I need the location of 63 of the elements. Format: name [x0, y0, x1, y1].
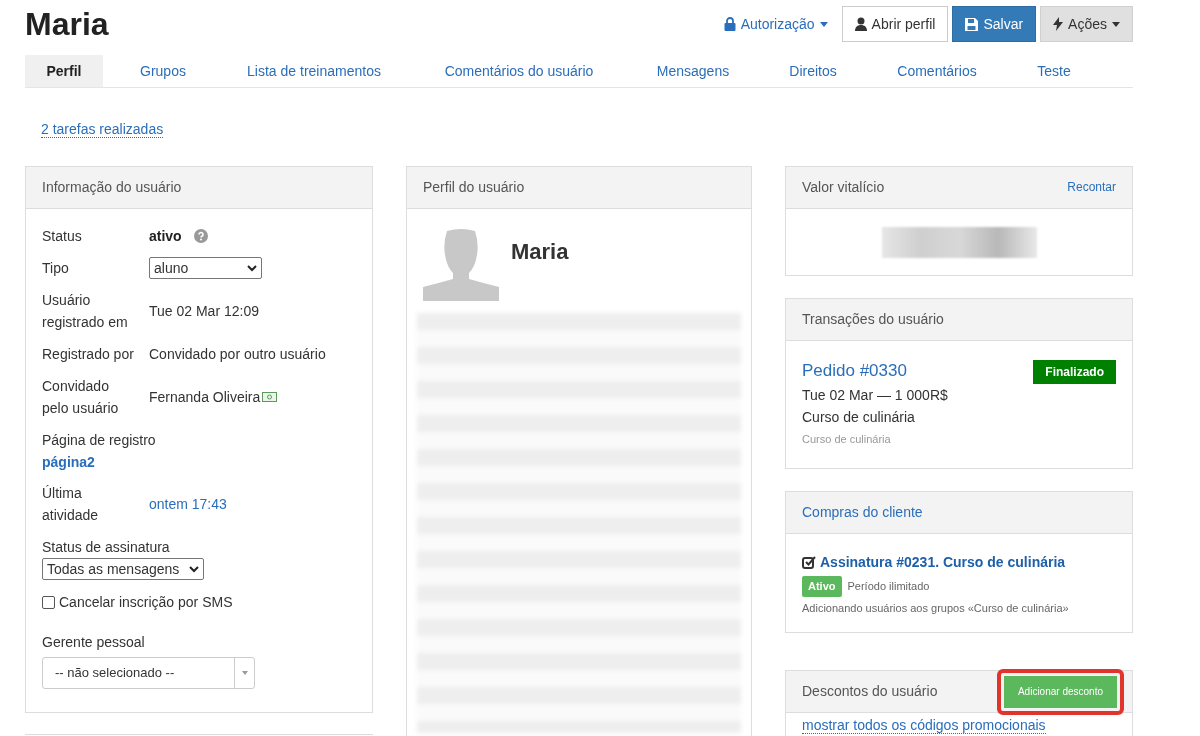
tab[interactable]: Grupos [103, 55, 223, 87]
last-activity-link[interactable]: ontem 17:43 [149, 493, 227, 515]
status-badge: Finalizado [1033, 360, 1116, 384]
page-title: Maria [25, 8, 109, 40]
card-header: Compras do cliente [786, 492, 1132, 534]
field-label: Página de registro [42, 431, 157, 450]
profile-name: Maria [511, 237, 569, 266]
manager-select[interactable]: -- não selecionado -- [42, 657, 255, 689]
order-link[interactable]: Pedido #0330 [802, 360, 907, 382]
field-label: Gerente pessoal [42, 633, 146, 652]
field-label: Usuário registrado em [42, 291, 129, 332]
field-label: Status [42, 227, 83, 246]
open-profile-button[interactable]: Abrir perfil [841, 6, 949, 42]
registration-page-link[interactable]: página2 [42, 451, 95, 473]
tab[interactable]: Direitos [753, 55, 873, 87]
tab[interactable]: Comentários do usuário [405, 55, 633, 87]
type-select[interactable]: aluno [149, 257, 262, 279]
help-icon [193, 229, 208, 243]
card-header: Transações do usuário [786, 299, 1132, 341]
status-badge: Ativo [802, 576, 842, 597]
card-header: Perfil do usuário [407, 167, 751, 209]
order-note: Curso de culinária [802, 432, 892, 447]
tab[interactable]: Perfil [25, 55, 103, 87]
caret-icon [1112, 21, 1120, 27]
card-header-title: Valor vitalício [802, 178, 885, 197]
user-icon [854, 17, 867, 31]
field-value: Fernanda Oliveira [149, 387, 261, 407]
chevron-down-icon [189, 565, 199, 573]
field-label: Convidado pelo usuário [42, 377, 120, 418]
subscription-select[interactable]: Todas as mensagens [42, 558, 204, 580]
tasks-link[interactable]: 2 tarefas realizadas [41, 121, 164, 138]
field-label: Registrado por [42, 345, 135, 364]
subscription-period: Período ilimitado [847, 579, 930, 594]
caret-icon [819, 21, 828, 27]
recount-link[interactable]: Recontar [1067, 177, 1116, 196]
caret-icon [241, 671, 248, 675]
subscription-description: Adicionando usuários aos grupos «Curso de culinária» [802, 600, 1070, 616]
field-value: Convidado por outro usuário [149, 344, 326, 364]
order-date-amount: Tue 02 Mar — 1 000R$ [802, 386, 949, 405]
card-header-title: Descontos do usuário [802, 682, 938, 701]
banknote-icon [262, 392, 278, 402]
field-label: Status de assinatura [42, 538, 171, 557]
subscription-link[interactable]: Assinatura #0231. Curso de culinária [820, 552, 1066, 573]
actions-button[interactable]: Ações [1040, 6, 1133, 42]
field-label: Tipo [42, 259, 70, 278]
checkbox-checked-icon [802, 555, 816, 570]
order-product: Curso de culinária [802, 408, 916, 427]
card-header: Informação do usuário [26, 167, 372, 209]
avatar-silhouette-icon [423, 229, 499, 301]
authorization-button[interactable]: Autorização [713, 6, 838, 42]
lock-icon [723, 17, 736, 31]
tab[interactable]: Mensagens [633, 55, 753, 87]
field-value: Tue 02 Mar 12:09 [149, 301, 259, 321]
save-button[interactable]: Salvar [952, 6, 1037, 42]
lightning-icon [1053, 17, 1064, 31]
status-value: ativo [149, 226, 182, 246]
tab[interactable]: Teste [1001, 55, 1107, 87]
field-label: Última atividade [42, 484, 100, 525]
tab[interactable]: Comentários [873, 55, 1001, 87]
sms-checkbox[interactable]: Cancelar inscrição por SMS [42, 592, 233, 613]
tab[interactable]: Lista de treinamentos [223, 55, 405, 87]
promo-codes-link[interactable]: mostrar todos os códigos promocionais [802, 717, 1046, 734]
chevron-down-icon [247, 264, 257, 272]
